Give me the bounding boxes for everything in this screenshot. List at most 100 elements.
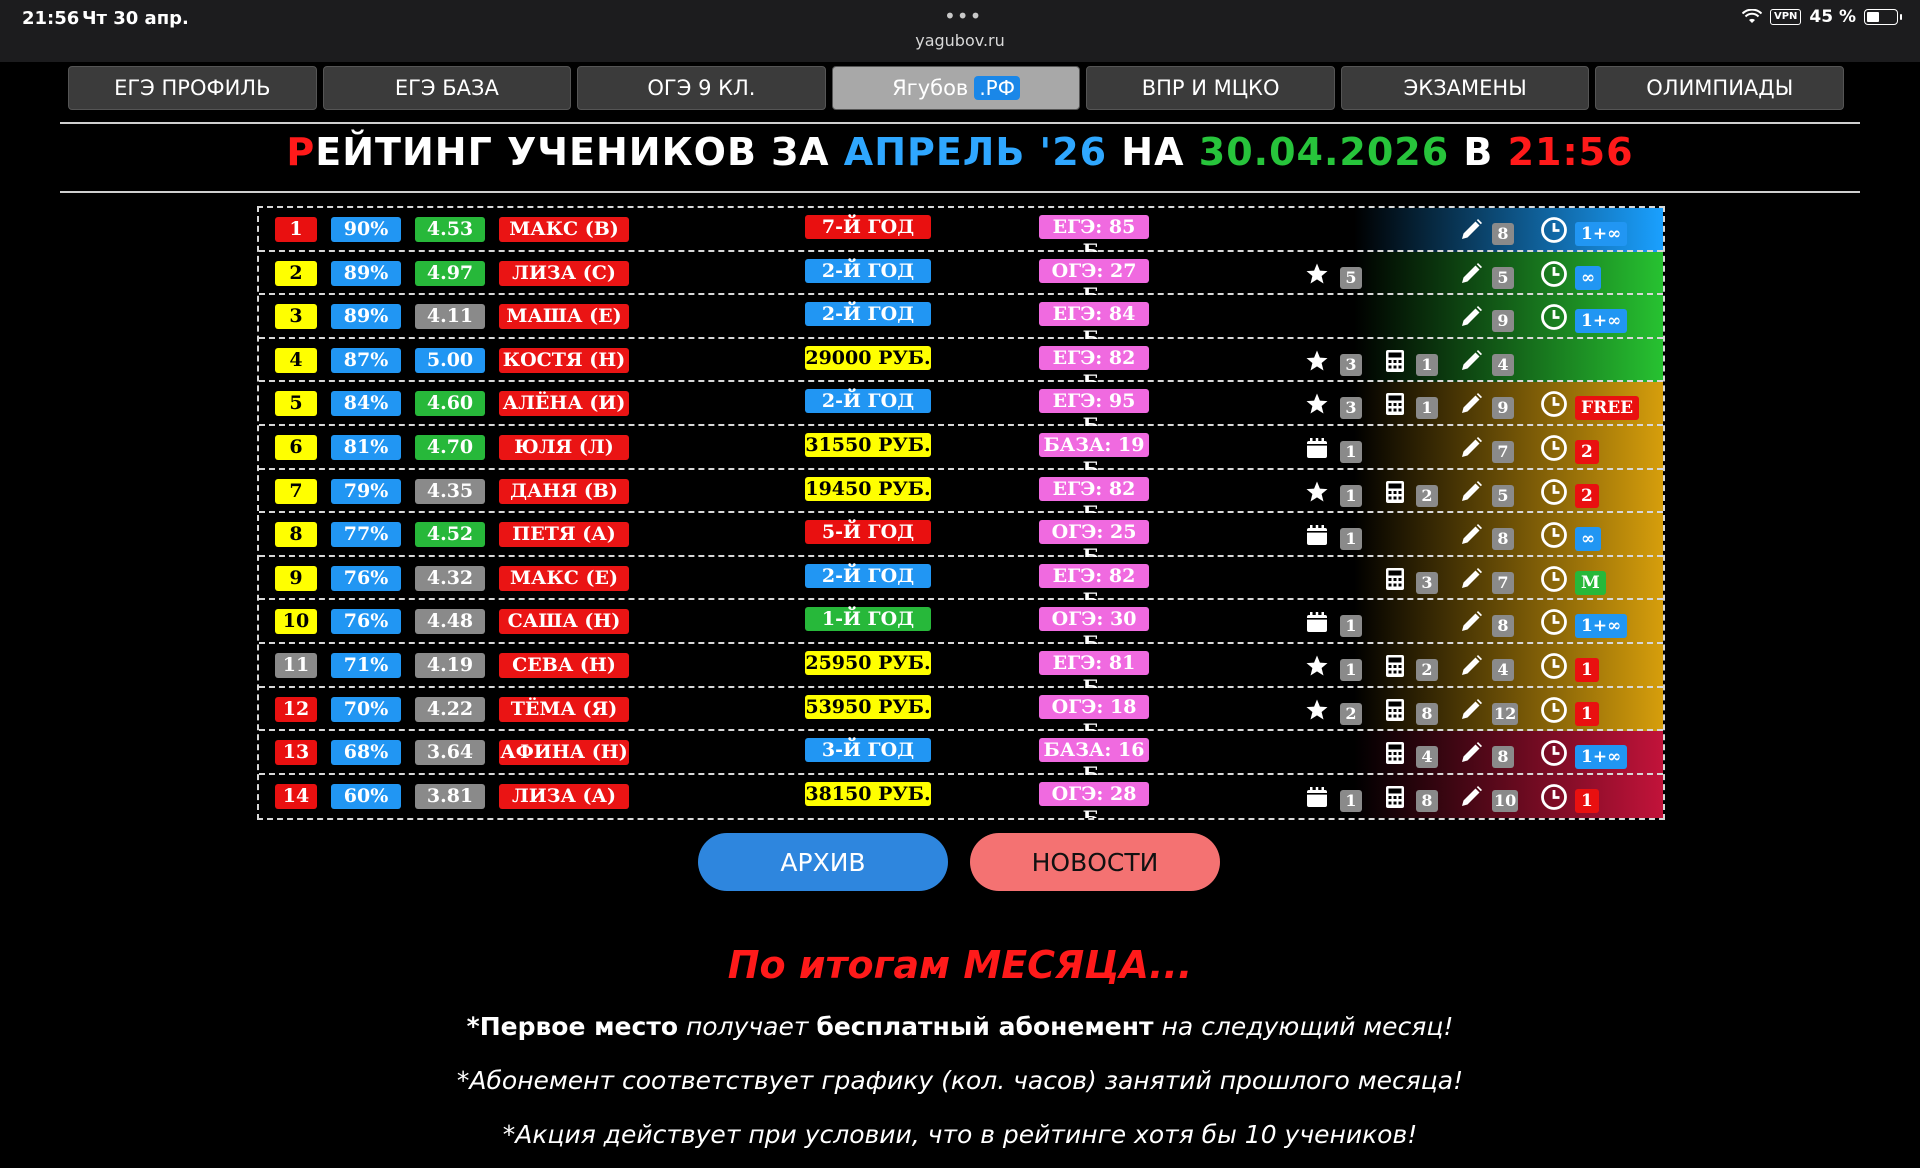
url-label[interactable]: yagubov.ru: [0, 31, 1920, 50]
percent-badge: 76%: [331, 565, 401, 591]
title-time: 21:56: [1507, 130, 1634, 174]
rank-badge: 9: [275, 565, 317, 591]
nav-tab[interactable]: ОЛИМПИАДЫ: [1595, 66, 1845, 110]
subscription-badge: 1+∞: [1575, 745, 1628, 770]
title-text: ЕЙТИНГ УЧЕНИКОВ ЗА: [315, 130, 844, 174]
subscription-badge: FREE: [1575, 396, 1640, 421]
rank-badge: 3: [275, 304, 317, 330]
subscription-badge: 2: [1575, 483, 1599, 508]
clock-icon: [1540, 390, 1568, 418]
nav-tab[interactable]: ЭКЗАМЕНЫ: [1340, 66, 1590, 110]
rank-badge: 14: [275, 783, 317, 809]
nav-tab[interactable]: ЕГЭ БАЗА: [322, 66, 572, 110]
exam-score-badge: ОГЭ: 18 Б.: [1039, 694, 1149, 742]
nav-tab-label: ОЛИМПИАДЫ: [1646, 76, 1794, 100]
nav-tab[interactable]: Ягубов .РФ: [831, 66, 1081, 110]
percent-badge: 90%: [331, 217, 401, 242]
nav-tab[interactable]: ОГЭ 9 КЛ.: [577, 66, 826, 110]
star-icon: [1305, 392, 1329, 416]
pen-count: 4: [1492, 659, 1514, 681]
percent-badge: 68%: [331, 740, 401, 766]
status-badge: 2-Й ГОД: [805, 563, 931, 588]
percent-badge: 89%: [331, 304, 401, 330]
exam-score-badge: ЕГЭ: 82 Б.: [1039, 563, 1149, 611]
nav-tab[interactable]: ВПР И МЦКО: [1086, 66, 1335, 110]
calendar-icon: [1305, 785, 1329, 809]
clock-icon: [1540, 521, 1568, 549]
nav-tab-badge: .РФ: [974, 76, 1020, 100]
rank-badge: 1: [275, 217, 317, 242]
subscription-badge: 1: [1575, 701, 1599, 726]
status-badge: 2-Й ГОД: [805, 258, 931, 283]
percent-badge: 71%: [331, 653, 401, 678]
rank-badge: 13: [275, 740, 317, 766]
rank-badge: 2: [275, 260, 317, 286]
score-badge: 4.52: [415, 522, 485, 548]
student-name: АЛЁНА (И): [499, 391, 629, 417]
nav-tab-label: ВПР И МЦКО: [1141, 76, 1280, 100]
status-badge: 2-Й ГОД: [805, 389, 931, 414]
news-button[interactable]: НОВОСТИ: [970, 833, 1220, 891]
subscription-badge: 1: [1575, 788, 1599, 813]
percent-badge: 81%: [331, 435, 401, 460]
clock-icon: [1540, 608, 1568, 636]
calculator-icon: [1383, 741, 1407, 765]
calc-count: 1: [1416, 397, 1438, 420]
pen-count: 9: [1492, 397, 1514, 420]
rank-badge: 4: [275, 347, 317, 373]
calc-count: 2: [1416, 659, 1438, 681]
table-row: 3 89% 4.11 МАША (Е) 2-Й ГОД ЕГЭ: 84 Б. 9 1+∞: [259, 295, 1663, 349]
clock-icon: [1540, 216, 1568, 244]
pen-count: 8: [1492, 528, 1514, 551]
calendar-icon: [1305, 610, 1329, 634]
score-badge: 4.70: [415, 435, 485, 460]
title-date: 30.04.2026: [1198, 130, 1450, 174]
table-row: 1 90% 4.53 МАКС (В) 7-Й ГОД ЕГЭ: 85 Б. 8 1+∞: [259, 208, 1663, 262]
subscription-badge: 1+∞: [1575, 309, 1628, 334]
calc-count: 2: [1416, 484, 1438, 507]
nav-tab[interactable]: ЕГЭ ПРОФИЛЬ: [68, 66, 317, 110]
calc-count: 8: [1416, 702, 1438, 725]
divider: [60, 191, 1860, 193]
pen-icon: [1459, 785, 1483, 809]
more-dots-icon[interactable]: •••: [944, 4, 982, 28]
pen-icon: [1459, 698, 1483, 722]
star-count: 3: [1340, 353, 1362, 376]
score-badge: 3.64: [415, 740, 485, 766]
status-badge: 5-Й ГОД: [805, 520, 931, 545]
pen-count: 8: [1492, 746, 1514, 769]
exam-score-badge: ЕГЭ: 81 Б.: [1039, 651, 1149, 698]
rank-badge: 11: [275, 653, 317, 678]
percent-badge: 76%: [331, 609, 401, 635]
clock-icon: [1540, 565, 1568, 593]
score-badge: 4.22: [415, 696, 485, 722]
pen-count: 9: [1492, 310, 1514, 333]
pen-icon: [1459, 305, 1483, 329]
score-badge: 4.53: [415, 217, 485, 242]
calculator-icon: [1383, 698, 1407, 722]
pen-count: 5: [1492, 484, 1514, 507]
score-badge: 4.60: [415, 391, 485, 417]
status-badge: 2-Й ГОД: [805, 302, 931, 327]
star-icon: [1305, 262, 1329, 286]
star-icon: [1305, 349, 1329, 373]
pen-icon: [1459, 741, 1483, 765]
subscription-badge: ∞: [1575, 527, 1602, 552]
subscription-badge: М: [1575, 570, 1606, 595]
calendar-count: 1: [1340, 615, 1362, 638]
table-row: 9 76% 4.32 МАКС (Е) 2-Й ГОД ЕГЭ: 82 Б. 3 7 М: [259, 556, 1663, 611]
battery-percent: 45 %: [1809, 7, 1856, 27]
title-month: АПРЕЛЬ '26: [843, 130, 1108, 174]
archive-button[interactable]: АРХИВ: [698, 833, 948, 891]
student-name: ЛИЗА (А): [499, 783, 629, 809]
score-badge: 4.32: [415, 565, 485, 591]
table-row: 7 79% 4.35 ДАНЯ (В) 19450 РУБ. ЕГЭ: 82 Б. 1 2 5 2: [259, 469, 1663, 524]
clock-icon: [1540, 739, 1568, 767]
pen-count: 12: [1492, 702, 1519, 725]
table-row: 5 84% 4.60 АЛЁНА (И) 2-Й ГОД ЕГЭ: 95 Б. 3 1 9 FRE…: [259, 382, 1663, 436]
calendar-count: 1: [1340, 528, 1362, 551]
student-name: САША (Н): [499, 609, 629, 635]
clock-icon: [1540, 478, 1568, 506]
rank-badge: 7: [275, 478, 317, 504]
star-count: 1: [1340, 659, 1362, 681]
